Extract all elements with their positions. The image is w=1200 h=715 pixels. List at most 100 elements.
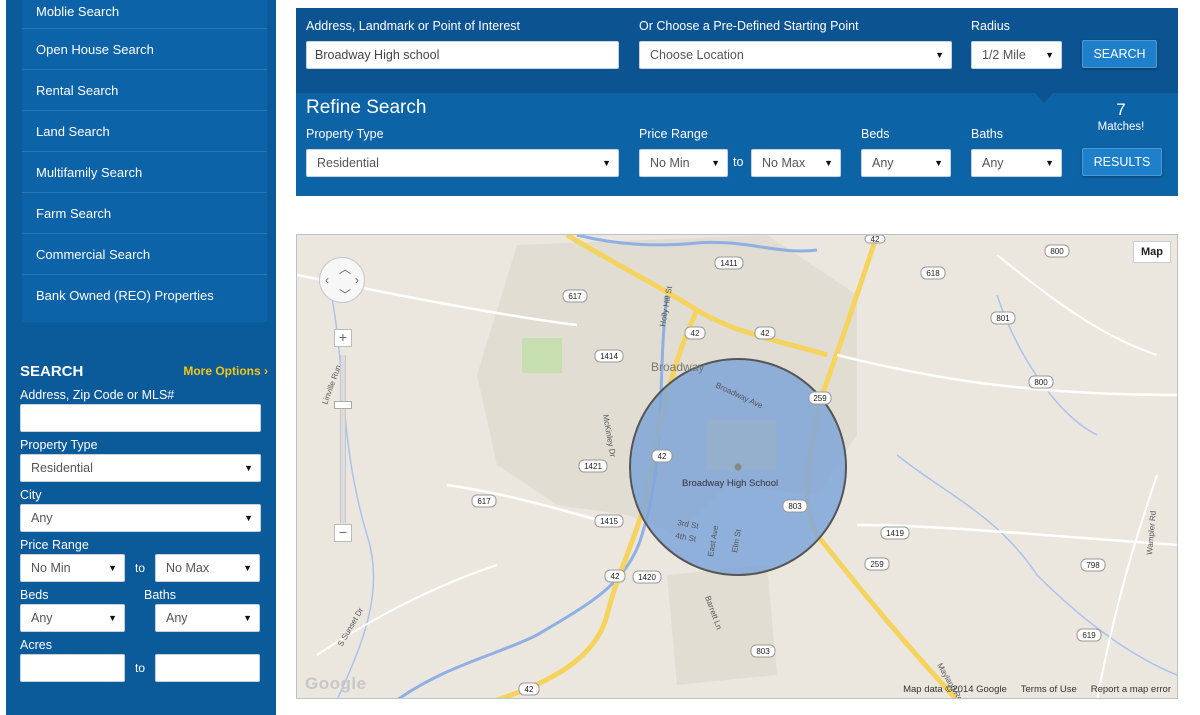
refine-beds-value: Any xyxy=(872,156,894,170)
route-shield: 42 xyxy=(518,682,540,696)
school-label: Broadway High School xyxy=(682,478,778,489)
property-type-select[interactable]: Residential ▼ xyxy=(20,454,261,482)
road xyxy=(836,353,1177,397)
predefined-point-label: Or Choose a Pre-Defined Starting Point xyxy=(639,19,859,33)
baths-value: Any xyxy=(166,611,188,625)
refine-beds-select[interactable]: Any ▼ xyxy=(861,149,951,177)
sidebar-item-label: Bank Owned (REO) Properties xyxy=(36,288,214,303)
svg-text:42: 42 xyxy=(761,329,770,338)
panel-notch xyxy=(1035,93,1053,103)
refine-property-type-select[interactable]: Residential ▼ xyxy=(306,149,619,177)
zoom-out-button[interactable]: − xyxy=(334,524,352,542)
beds-select[interactable]: Any ▼ xyxy=(20,604,125,632)
radius-select[interactable]: 1/2 Mile ▼ xyxy=(971,41,1062,69)
acres-to-label: to xyxy=(134,661,145,675)
refine-property-type-label: Property Type xyxy=(306,127,384,141)
baths-select[interactable]: Any ▼ xyxy=(155,604,260,632)
price-max-select[interactable]: No Max ▼ xyxy=(155,554,260,582)
route-shield: 619 xyxy=(1076,628,1102,642)
baths-label: Baths xyxy=(144,588,176,602)
address-zip-input[interactable] xyxy=(20,404,261,432)
dropdown-arrow-icon: ▼ xyxy=(108,613,117,623)
svg-text:803: 803 xyxy=(788,502,802,511)
sidebar-item-label: Commercial Search xyxy=(36,246,151,262)
svg-text:803: 803 xyxy=(756,647,770,656)
zoom-slider-track[interactable] xyxy=(340,355,346,523)
sidebar-item-mobile-search[interactable]: Moblie Search xyxy=(22,0,267,29)
acres-max-input[interactable] xyxy=(155,654,260,682)
beds-baths-labels: Beds Baths xyxy=(20,582,268,604)
sidebar-item-label: Open House Search xyxy=(36,41,154,57)
predefined-point-select[interactable]: Choose Location ▼ xyxy=(639,41,952,69)
pan-down-icon[interactable]: ﹀ xyxy=(339,286,351,303)
pan-left-icon[interactable]: ‹ xyxy=(325,273,329,287)
beds-baths-row: Any ▼ Any ▼ xyxy=(20,604,268,632)
route-shield: 42 xyxy=(864,235,886,244)
price-min-select[interactable]: No Min ▼ xyxy=(20,554,125,582)
results-button[interactable]: RESULTS xyxy=(1082,148,1162,176)
radius-label: Radius xyxy=(971,19,1010,33)
sidebar-item-label: Moblie Search xyxy=(36,4,120,19)
property-type-label: Property Type xyxy=(20,438,98,452)
dropdown-arrow-icon: ▼ xyxy=(244,513,253,523)
dropdown-arrow-icon: ▼ xyxy=(244,463,253,473)
pan-right-icon[interactable]: › xyxy=(355,273,359,287)
route-shield: 1421 xyxy=(578,459,608,473)
map-canvas[interactable]: 1411 617 42 1414 42 42 259 1421 617 1415… xyxy=(297,235,1178,699)
route-shield: 800 xyxy=(1044,244,1070,258)
svg-text:259: 259 xyxy=(870,560,884,569)
acres-min-input[interactable] xyxy=(20,654,125,682)
report-map-error-link[interactable]: Report a map error xyxy=(1091,684,1171,695)
pan-control[interactable]: ︿ ﹀ ‹ › xyxy=(319,257,365,303)
pan-up-icon[interactable]: ︿ xyxy=(339,260,351,277)
svg-text:801: 801 xyxy=(996,314,1010,323)
refine-baths-select[interactable]: Any ▼ xyxy=(971,149,1062,177)
address-landmark-input[interactable]: Broadway High school xyxy=(306,41,619,69)
sidebar-item-farm-search[interactable]: Farm Search xyxy=(22,193,267,234)
map-footer: Map data ©2014 Google Terms of Use Repor… xyxy=(903,684,1171,695)
sidebar-item-land-search[interactable]: Land Search xyxy=(22,111,267,152)
svg-text:798: 798 xyxy=(1086,561,1100,570)
sidebar-item-rental-search[interactable]: Rental Search xyxy=(22,70,267,111)
sidebar-item-multifamily-search[interactable]: Multifamily Search xyxy=(22,152,267,193)
route-shield: 1419 xyxy=(880,526,910,540)
sidebar-item-bank-owned[interactable]: Bank Owned (REO) Properties xyxy=(22,275,267,316)
svg-text:1415: 1415 xyxy=(600,517,618,526)
dropdown-arrow-icon: ▼ xyxy=(1045,158,1054,168)
map-view[interactable]: 1411 617 42 1414 42 42 259 1421 617 1415… xyxy=(296,234,1178,699)
route-shield: 800 xyxy=(1028,375,1054,389)
refine-price-max-select[interactable]: No Max ▼ xyxy=(751,149,841,177)
svg-text:42: 42 xyxy=(871,235,880,244)
school-grounds xyxy=(707,420,777,470)
map-type-button[interactable]: Map xyxy=(1133,241,1171,263)
route-shield: 1414 xyxy=(594,349,624,363)
refine-price-min-value: No Min xyxy=(650,156,690,170)
sidebar-search-form: SEARCH More Options › Address, Zip Code … xyxy=(20,360,268,682)
route-shield: 803 xyxy=(782,499,808,513)
svg-text:800: 800 xyxy=(1050,247,1064,256)
svg-text:42: 42 xyxy=(658,452,667,461)
dropdown-arrow-icon: ▼ xyxy=(711,158,720,168)
refine-price-min-select[interactable]: No Min ▼ xyxy=(639,149,728,177)
route-shield: 801 xyxy=(990,311,1016,325)
more-options-link[interactable]: More Options › xyxy=(183,364,268,378)
zoom-slider-handle[interactable] xyxy=(334,401,352,409)
svg-text:42: 42 xyxy=(611,572,620,581)
price-max-value: No Max xyxy=(166,561,210,575)
sidebar-item-commercial-search[interactable]: Commercial Search xyxy=(22,234,267,275)
terms-of-use-link[interactable]: Terms of Use xyxy=(1021,684,1077,695)
search-button[interactable]: SEARCH xyxy=(1082,40,1157,68)
dropdown-arrow-icon: ▼ xyxy=(243,613,252,623)
park-area xyxy=(522,338,562,373)
acres-row: to xyxy=(20,654,268,682)
refine-baths-value: Any xyxy=(982,156,1004,170)
zoom-in-button[interactable]: + xyxy=(334,329,352,347)
beds-value: Any xyxy=(31,611,53,625)
sidebar-item-open-house-search[interactable]: Open House Search xyxy=(22,29,267,70)
route-shield: 617 xyxy=(471,494,497,508)
city-select[interactable]: Any ▼ xyxy=(20,504,261,532)
dropdown-arrow-icon: ▼ xyxy=(935,50,944,60)
school-marker-icon xyxy=(734,463,742,471)
refine-property-type-value: Residential xyxy=(317,156,379,170)
svg-text:617: 617 xyxy=(568,292,582,301)
